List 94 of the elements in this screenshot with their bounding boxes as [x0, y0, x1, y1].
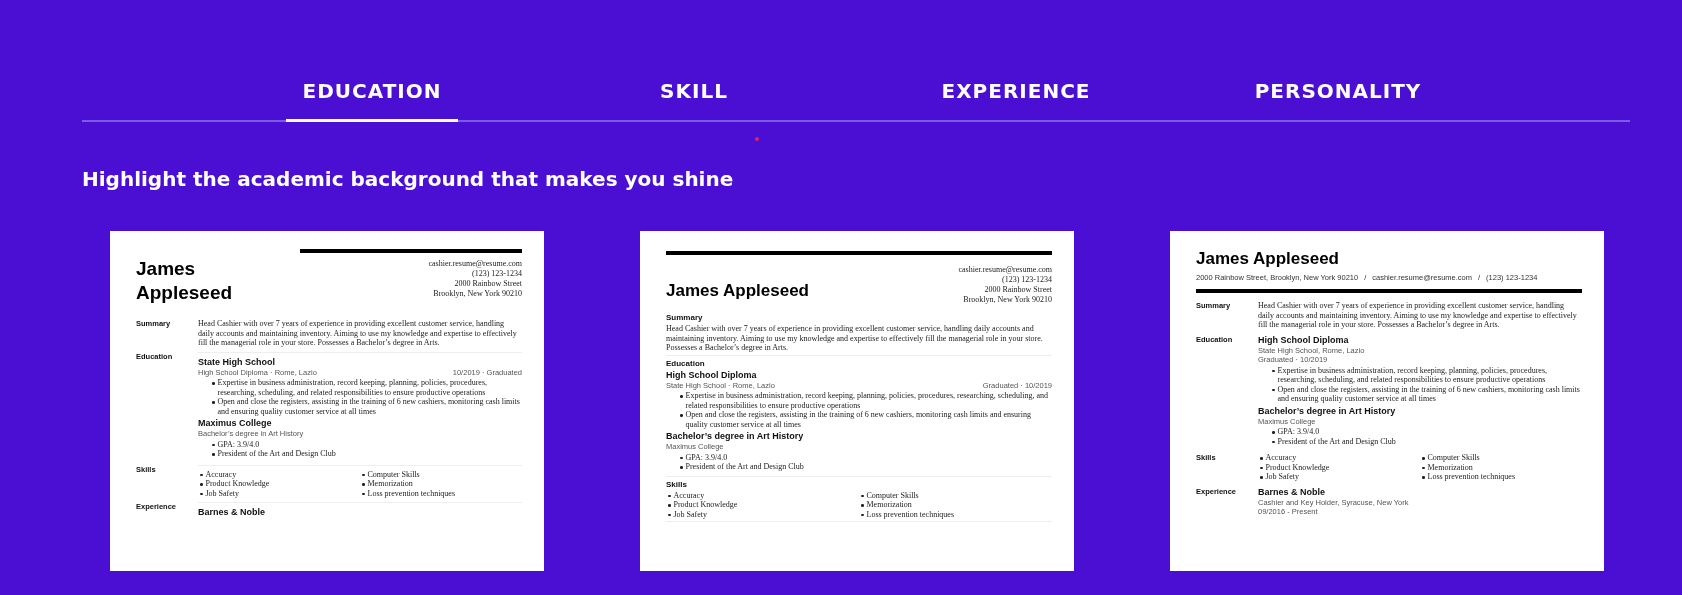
- resume-name: James Appleseed: [666, 281, 809, 302]
- bullet-dot: [362, 473, 365, 476]
- contact-line: 2000 Rainbow Street: [454, 279, 522, 289]
- skill-item: Product Knowledge: [673, 500, 738, 510]
- bullet-dot: [861, 494, 864, 497]
- bullet-dot: [1272, 388, 1275, 391]
- skill-item: Loss prevention techniques: [367, 488, 456, 498]
- skill-item: Job Safety: [673, 509, 708, 519]
- tab[interactable]: EDUCATION: [286, 73, 458, 122]
- bullet-dot: [861, 504, 864, 507]
- skill-item: Product Knowledge: [1265, 462, 1330, 472]
- tab[interactable]: SKILL: [608, 73, 780, 122]
- section-label: Summary: [666, 313, 704, 323]
- bullet-dot: [212, 382, 215, 385]
- contact-line: cashier.resume@resume.com: [958, 265, 1052, 275]
- entry-title: High School Diploma: [666, 369, 758, 381]
- entry-title: High School Diploma: [1258, 334, 1350, 346]
- bullet-text: Open and close the registers, assisting in the training of 6 new cashiers, monitoring cash limits and ensuring quality customer service at all times: [685, 410, 1032, 429]
- bullet-dot: [1272, 369, 1275, 372]
- tab[interactable]: PERSONALITY: [1240, 73, 1436, 122]
- entry-title: Barnes & Noble: [198, 507, 267, 518]
- bullet-text: Expertise in business administration, record keeping, planning, policies, procedures, researching, scheduling, and related responsibilities to ensure productive operations: [685, 391, 1050, 410]
- skill-item: Job Safety: [205, 488, 240, 498]
- bullet-text: Open and close the registers, assisting in the training of 6 new cashiers, monitoring cash limits and ensuring quality customer service at all times: [1277, 384, 1581, 404]
- bullet-dot: [1422, 476, 1425, 479]
- skill-item: Memorization: [1427, 462, 1473, 472]
- contact-line: (123) 123-1234: [472, 269, 522, 279]
- bullet-text: President of the Art and Design Club: [685, 462, 804, 472]
- resume-card[interactable]: [640, 231, 1074, 571]
- bullet-dot: [1272, 431, 1275, 434]
- skill-item: Accuracy: [1265, 453, 1297, 463]
- skill-item: Computer Skills: [1427, 453, 1480, 463]
- contact-line: Brooklyn, New York 90210: [433, 289, 522, 299]
- summary-text: Head Cashier with over 7 years of experience in providing excellent customer service, handling daily accounts and maintaining inventory. Aiming to use my knowledge and expertise to effectively fill the managerial role in your store. Possesses a Bachelor’s degree in Arts.: [198, 319, 518, 348]
- section-label: Skills: [666, 479, 688, 490]
- indicator-dot: [755, 137, 759, 141]
- resume-name: James Appleseed: [1196, 249, 1340, 269]
- entry-title: Maximus College: [198, 418, 273, 429]
- bullet-dot: [861, 513, 864, 516]
- contact-line: 2000 Rainbow Street: [984, 285, 1052, 295]
- bullet-dot: [212, 443, 215, 446]
- bullet-dot: [200, 473, 203, 476]
- bullet-text: President of the Art and Design Club: [1277, 436, 1396, 446]
- skill-item: Computer Skills: [367, 469, 420, 479]
- bullet-dot: [680, 466, 683, 469]
- bullet-dot: [1260, 457, 1263, 460]
- skill-item: Loss prevention techniques: [1427, 472, 1516, 482]
- entry-title: State High School: [198, 356, 276, 368]
- section-label: Education: [666, 358, 706, 369]
- skill-item: Accuracy: [673, 490, 705, 500]
- bullet-dot: [1422, 466, 1425, 469]
- summary-text: Head Cashier with over 7 years of experience in providing excellent customer service, handling daily accounts and maintaining inventory. Aiming to use my knowledge and expertise to effectively fill the managerial role in your store. Possesses a Bachelor’s degree in Arts.: [1258, 301, 1578, 330]
- skill-item: Memorization: [866, 500, 912, 510]
- skill-item: Memorization: [367, 479, 413, 489]
- bullet-text: President of the Art and Design Club: [217, 449, 336, 459]
- bullet-dot: [1422, 457, 1425, 460]
- entry-title: Barnes & Noble: [1258, 486, 1327, 498]
- bullet-text: GPA: 3.9/4.0: [1277, 427, 1320, 437]
- bullet-dot: [200, 492, 203, 495]
- bullet-dot: [668, 513, 671, 516]
- bullet-text: GPA: 3.9/4.0: [217, 439, 260, 449]
- contact-line: Brooklyn, New York 90210: [963, 295, 1052, 305]
- resume-card[interactable]: [1170, 231, 1604, 571]
- bullet-dot: [668, 504, 671, 507]
- skill-item: Job Safety: [1265, 472, 1300, 482]
- skill-item: Product Knowledge: [205, 479, 270, 489]
- bullet-dot: [1272, 440, 1275, 443]
- contact-line: (123) 123-1234: [1002, 275, 1052, 285]
- contact-line: cashier.resume@resume.com: [428, 259, 522, 269]
- skill-item: Accuracy: [205, 469, 237, 479]
- bullet-dot: [200, 483, 203, 486]
- bullet-dot: [362, 483, 365, 486]
- bullet-dot: [1260, 476, 1263, 479]
- bullet-dot: [212, 401, 215, 404]
- bullet-dot: [212, 453, 215, 456]
- resume-card[interactable]: [110, 231, 544, 571]
- entry-title: Bachelor’s degree in Art History: [1258, 405, 1397, 417]
- bullet-text: Expertise in business administration, record keeping, planning, policies, procedures, researching, scheduling, and related responsibilities to ensure productive operations: [217, 378, 488, 397]
- bullet-dot: [362, 492, 365, 495]
- bullet-dot: [680, 395, 683, 398]
- summary-text: Head Cashier with over 7 years of experience in providing excellent customer service, handling daily accounts and maintaining inventory. Aiming to use my knowledge and expertise to effectively fill the managerial role in your store. Possesses a Bachelor’s degree in Arts.: [666, 324, 1044, 353]
- bullet-text: Open and close the registers, assisting in the training of 6 new cashiers, monitoring cash limits and ensuring quality customer service at all times: [217, 397, 521, 416]
- bullet-text: GPA: 3.9/4.0: [685, 452, 728, 462]
- skill-item: Loss prevention techniques: [866, 509, 955, 519]
- resume-name: James Appleseed: [136, 257, 234, 305]
- entry-title: Bachelor’s degree in Art History: [666, 431, 805, 442]
- skill-item: Computer Skills: [866, 490, 919, 500]
- bullet-text: Expertise in business administration, record keeping, planning, policies, procedures, researching, scheduling, and related responsibilities to ensure productive operations: [1277, 365, 1548, 385]
- section-heading: Highlight the academic background that makes you shine: [82, 167, 735, 191]
- tab[interactable]: EXPERIENCE: [927, 73, 1105, 122]
- bullet-dot: [680, 414, 683, 417]
- bullet-dot: [1260, 466, 1263, 469]
- bullet-dot: [680, 456, 683, 459]
- bullet-dot: [668, 494, 671, 497]
